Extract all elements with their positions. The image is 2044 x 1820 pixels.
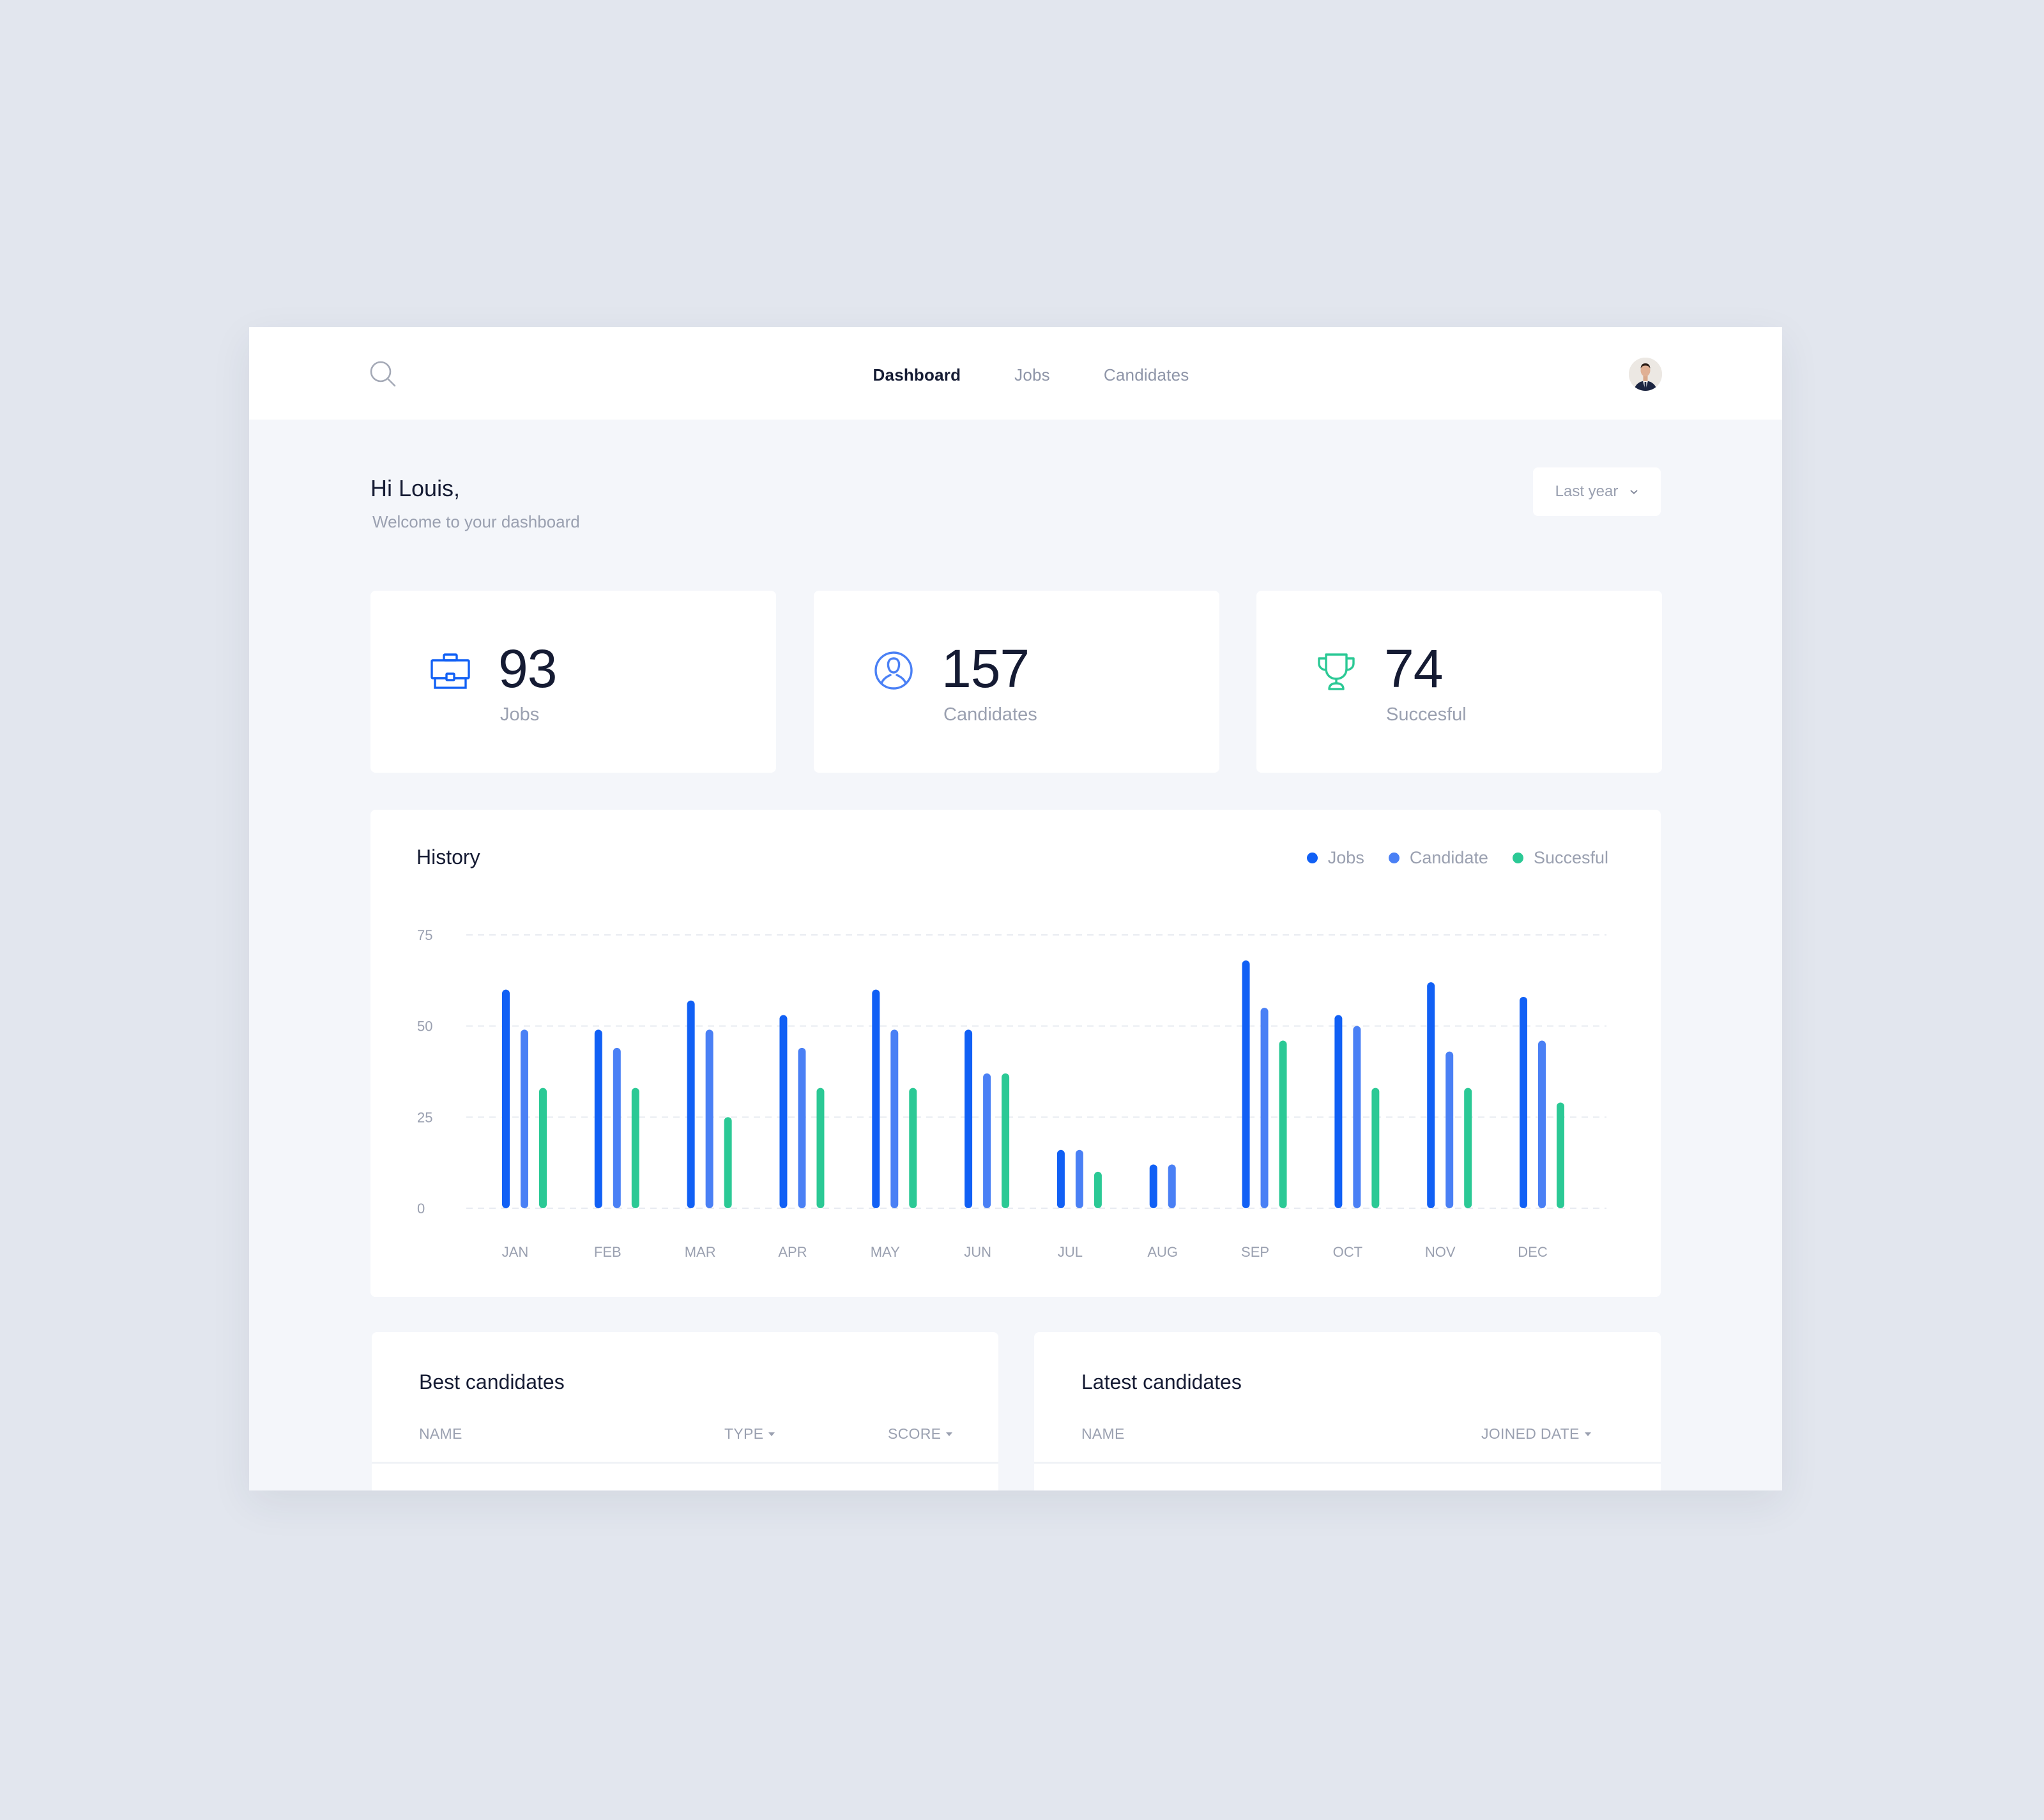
- welcome-subtitle: Welcome to your dashboard: [372, 512, 580, 531]
- x-tick-label: MAR: [685, 1244, 716, 1260]
- stat-label: Succesful: [1386, 704, 1467, 725]
- stat-card-candidates: 157 Candidates: [814, 591, 1219, 773]
- greeting-heading: Hi Louis,: [370, 475, 461, 501]
- history-bar-chart: 0 25 50 75 JAN FEB MAR APR MAY JUN JUL AUG SEP OCT NOV…: [417, 927, 1606, 1260]
- bar-candidate-jul[interactable]: [1075, 1149, 1083, 1208]
- bar-candidate-aug[interactable]: [1168, 1164, 1176, 1208]
- top-navigation-bar: Dashboard Jobs Candidates: [249, 327, 1782, 420]
- column-label: NAME: [419, 1425, 462, 1442]
- stat-label: Candidates: [943, 704, 1037, 725]
- history-chart-card: History Jobs Candidate Succesful 0 25 50 75…: [370, 810, 1661, 1297]
- stat-value: 74: [1384, 639, 1443, 699]
- column-label: JOINED DATE: [1481, 1425, 1580, 1442]
- x-tick-label: APR: [778, 1244, 807, 1260]
- column-label: SCORE: [888, 1425, 942, 1442]
- bar-succesful-may[interactable]: [909, 1088, 917, 1208]
- bar-jobs-mar[interactable]: [687, 1000, 695, 1208]
- stat-value: 93: [498, 639, 557, 699]
- bar-jobs-may[interactable]: [872, 989, 880, 1208]
- y-tick-label: 50: [417, 1019, 432, 1035]
- bar-candidate-feb[interactable]: [613, 1047, 621, 1208]
- bar-jobs-sep[interactable]: [1242, 960, 1250, 1208]
- chevron-down-icon: [1630, 490, 1638, 494]
- bar-candidate-oct[interactable]: [1353, 1026, 1361, 1208]
- column-header-score[interactable]: SCORE: [888, 1425, 953, 1443]
- bar-candidate-may[interactable]: [890, 1029, 899, 1208]
- x-tick-label: MAY: [871, 1244, 900, 1260]
- bar-succesful-feb[interactable]: [631, 1088, 639, 1208]
- dashboard-window: Dashboard Jobs Candidates Hi Louis, Welc…: [249, 327, 1782, 1490]
- user-circle-icon: [874, 651, 913, 690]
- x-tick-label: SEP: [1241, 1244, 1269, 1260]
- x-tick-label: JUN: [964, 1244, 991, 1260]
- bar-candidate-jun[interactable]: [983, 1073, 991, 1208]
- nav-tab-jobs[interactable]: Jobs: [988, 365, 1077, 385]
- bar-jobs-jun[interactable]: [965, 1029, 973, 1208]
- bar-succesful-sep[interactable]: [1279, 1040, 1287, 1208]
- stat-value: 157: [942, 639, 1030, 699]
- avatar-photo-icon: [1629, 358, 1662, 391]
- main-nav: Dashboard Jobs Candidates: [846, 359, 1216, 391]
- column-label: NAME: [1081, 1425, 1125, 1442]
- bar-succesful-jun[interactable]: [1002, 1073, 1010, 1208]
- sort-caret-icon: [1584, 1432, 1591, 1436]
- best-candidates-panel: Best candidates NAME TYPE SCORE: [372, 1332, 998, 1490]
- search-button[interactable]: [368, 359, 400, 391]
- bar-candidate-nov[interactable]: [1445, 1051, 1454, 1208]
- best-candidates-table-header: NAME TYPE SCORE: [372, 1425, 998, 1464]
- bar-jobs-dec[interactable]: [1520, 997, 1527, 1208]
- bar-jobs-nov[interactable]: [1427, 982, 1435, 1208]
- bar-candidate-sep[interactable]: [1260, 1008, 1269, 1208]
- bar-candidate-dec[interactable]: [1538, 1040, 1546, 1208]
- x-tick-label: AUG: [1147, 1244, 1178, 1260]
- bar-candidate-mar[interactable]: [705, 1029, 713, 1208]
- column-header-name[interactable]: NAME: [419, 1425, 462, 1443]
- y-tick-label: 75: [417, 927, 432, 943]
- column-label: TYPE: [724, 1425, 764, 1442]
- stat-label: Jobs: [500, 704, 540, 725]
- bar-jobs-jul[interactable]: [1056, 1149, 1065, 1208]
- bar-succesful-nov[interactable]: [1464, 1088, 1472, 1208]
- latest-candidates-title: Latest candidates: [1081, 1370, 1242, 1393]
- user-avatar[interactable]: [1629, 358, 1662, 391]
- x-tick-label: JAN: [502, 1244, 529, 1260]
- bar-jobs-apr[interactable]: [779, 1015, 788, 1208]
- latest-candidates-panel: Latest candidates NAME JOINED DATE: [1034, 1332, 1661, 1490]
- sort-caret-icon: [768, 1432, 775, 1436]
- x-tick-label: JUL: [1058, 1244, 1083, 1260]
- x-tick-label: DEC: [1518, 1244, 1548, 1260]
- y-tick-label: 25: [417, 1109, 432, 1125]
- bar-succesful-jan[interactable]: [539, 1088, 547, 1208]
- bar-candidate-apr[interactable]: [798, 1047, 806, 1208]
- nav-tab-dashboard[interactable]: Dashboard: [846, 365, 988, 385]
- nav-tab-candidates[interactable]: Candidates: [1077, 365, 1216, 385]
- bar-succesful-jul[interactable]: [1094, 1171, 1102, 1208]
- bar-jobs-aug[interactable]: [1149, 1164, 1157, 1208]
- bar-jobs-feb[interactable]: [594, 1029, 602, 1208]
- bar-succesful-oct[interactable]: [1371, 1088, 1380, 1208]
- x-tick-label: FEB: [594, 1244, 622, 1260]
- bar-succesful-dec[interactable]: [1557, 1102, 1564, 1208]
- bar-candidate-jan[interactable]: [521, 1029, 528, 1208]
- briefcase-icon: [431, 653, 470, 689]
- stat-card-succesful: 74 Succesful: [1256, 591, 1662, 773]
- column-header-name[interactable]: NAME: [1081, 1425, 1125, 1443]
- period-select-value: Last year: [1555, 483, 1619, 500]
- sort-caret-icon: [946, 1432, 953, 1436]
- stat-card-jobs: 93 Jobs: [370, 591, 776, 773]
- x-tick-label: OCT: [1333, 1244, 1362, 1260]
- search-icon: [370, 361, 396, 387]
- bar-jobs-jan[interactable]: [502, 989, 510, 1208]
- best-candidates-title: Best candidates: [419, 1370, 565, 1393]
- column-header-type[interactable]: TYPE: [724, 1425, 775, 1443]
- x-tick-label: NOV: [1425, 1244, 1456, 1260]
- bar-succesful-apr[interactable]: [816, 1088, 825, 1208]
- latest-candidates-table-header: NAME JOINED DATE: [1034, 1425, 1661, 1464]
- y-tick-label: 0: [417, 1201, 425, 1217]
- column-header-joined-date[interactable]: JOINED DATE: [1481, 1425, 1591, 1443]
- period-select[interactable]: Last year: [1533, 467, 1661, 516]
- bar-jobs-oct[interactable]: [1334, 1015, 1343, 1208]
- trophy-icon: [1318, 653, 1355, 690]
- bar-succesful-mar[interactable]: [724, 1117, 732, 1208]
